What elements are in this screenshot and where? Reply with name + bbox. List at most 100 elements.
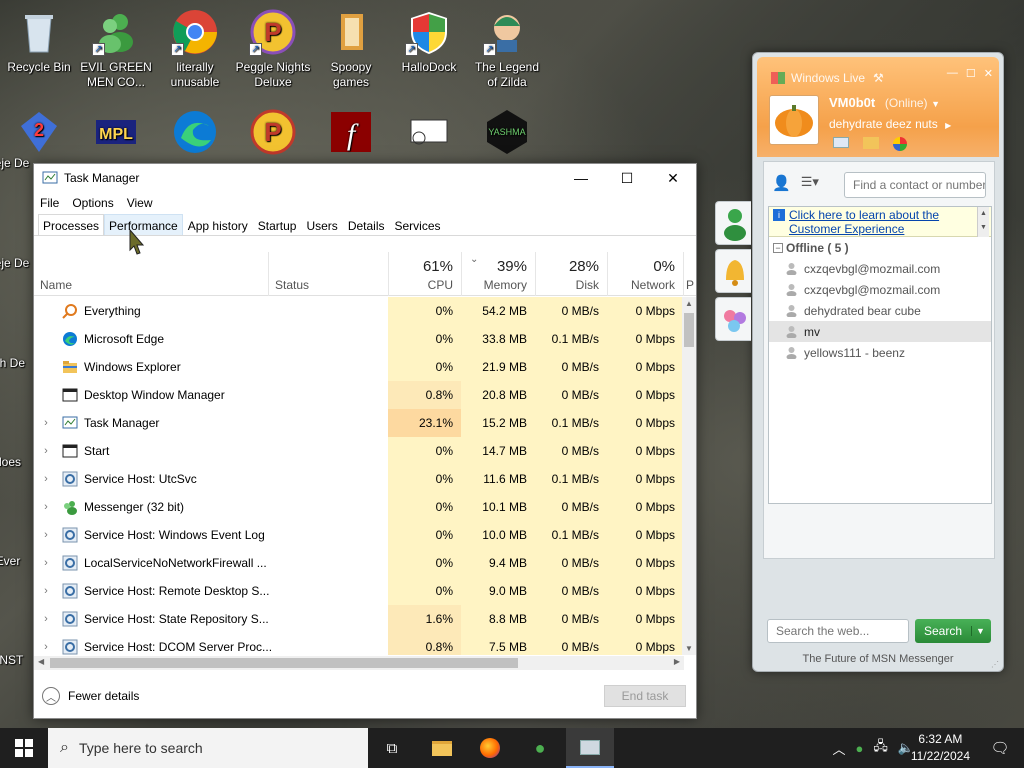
status-dropdown[interactable]: (Online) [885,96,928,110]
tab-processes[interactable]: Processes [38,214,105,235]
find-contact-input[interactable] [844,172,986,198]
title-bar[interactable]: Task Manager — ☐ ✕ [34,164,696,192]
messenger-window[interactable]: Windows Live ⚒ — ☐ ✕ VM0b0t (Online) ▼ d… [715,52,1004,672]
contact-item[interactable]: mv [769,321,991,342]
desktop-icon-literally-unusable[interactable]: ↗ literally unusable [157,8,233,90]
expand-chevron-icon[interactable]: › [36,445,56,457]
alerts-side-button[interactable] [715,249,751,293]
close-button[interactable]: ✕ [984,67,993,80]
chevron-down-icon[interactable]: ▶ [945,121,951,130]
taskbar-search-box[interactable]: ⌕ Type here to search [48,728,368,768]
expand-chevron-icon[interactable]: › [36,613,56,625]
expand-chevron-icon[interactable]: › [36,417,56,429]
expand-chevron-icon[interactable]: › [36,473,56,485]
web-search-button[interactable]: Search ▼ [915,619,991,643]
horizontal-scrollbar[interactable]: ◀ ▶ [34,656,684,670]
column-power[interactable]: P [683,252,696,296]
column-name[interactable]: Name [34,252,268,296]
taskbar-messenger[interactable]: ● [516,728,564,768]
collapse-icon[interactable]: − [773,242,783,253]
desktop-icon-spoopy-games[interactable]: Spoopy games [313,8,389,90]
scrollbar-thumb[interactable] [50,658,518,668]
desktop-icon-recycle-bin[interactable]: Recycle Bin [1,8,77,75]
process-row[interactable]: Windows Explorer 0% 21.9 MB 0 MB/s 0 Mbps [34,353,684,381]
minimize-button[interactable]: — [947,67,958,80]
process-row[interactable]: Desktop Window Manager 0.8% 20.8 MB 0 MB/s 0… [34,381,684,409]
avatar[interactable] [769,95,819,145]
banner-scrollbar[interactable]: ▲ ▼ [977,207,989,237]
desktop-icon-peggle-nights[interactable]: P ↗ Peggle Nights Deluxe [235,8,311,90]
expand-chevron-icon[interactable]: › [36,557,56,569]
personal-message[interactable]: dehydrate deez nuts [829,117,938,131]
list-view-icon[interactable]: ☰▾ [801,174,819,192]
start-button[interactable] [0,728,48,768]
process-row[interactable]: › Service Host: DCOM Server Proc... 0.8% 7.… [34,633,684,655]
close-button[interactable]: ✕ [650,164,696,192]
customer-experience-banner[interactable]: i Click here to learn about the Customer… [769,207,991,237]
taskbar-file-explorer[interactable] [418,728,466,768]
flowers-side-button[interactable] [715,297,751,341]
desktop-icon-peggle[interactable]: P [235,108,311,160]
maximize-button[interactable]: ☐ [966,67,976,80]
desktop-icon-hallodock[interactable]: ↗ HalloDock [391,8,467,75]
expand-chevron-icon[interactable]: › [36,501,56,513]
process-row[interactable]: › Service Host: UtcSvc 0% 11.6 MB 0.1 MB/s 0 … [34,465,684,493]
minimize-button[interactable]: — [558,164,604,192]
contacts-side-button[interactable] [715,201,751,245]
tab-app-history[interactable]: App history [183,214,253,235]
network-icon[interactable]: 🖧 [873,737,888,759]
process-row[interactable]: › LocalServiceNoNetworkFirewall ... 0% 9.4 … [34,549,684,577]
menu-view[interactable]: View [127,196,160,210]
vertical-scrollbar[interactable]: ▲ ▼ [682,297,696,655]
contact-item[interactable]: cxzqevbgl@mozmail.com [769,279,991,300]
mail-icon[interactable] [833,137,849,148]
fewer-details-button[interactable]: ︿ Fewer details [42,687,139,705]
taskbar-firefox[interactable] [466,728,514,768]
menu-file[interactable]: File [40,196,66,210]
notifications-button[interactable]: 🗨 [980,728,1020,768]
tab-details[interactable]: Details [343,214,390,235]
web-search-input[interactable] [767,619,909,643]
task-view-button[interactable]: ⧉ [368,728,416,768]
add-contact-icon[interactable]: 👤 [772,174,791,192]
end-task-button[interactable]: End task [604,685,686,707]
desktop-icon-flash[interactable]: f [313,108,389,160]
resize-grip-icon[interactable]: ⋰ [991,660,999,669]
expand-chevron-icon[interactable]: › [36,641,56,653]
chevron-down-icon[interactable]: ▼ [971,626,989,636]
column-status[interactable]: Status [268,252,388,296]
tab-startup[interactable]: Startup [253,214,302,235]
tools-icon[interactable]: ⚒ [873,71,884,85]
maximize-button[interactable]: ☐ [604,164,650,192]
process-row[interactable]: › Service Host: State Repository S... 1.6%… [34,605,684,633]
process-row[interactable]: Everything 0% 54.2 MB 0 MB/s 0 Mbps [34,297,684,325]
messenger-tray-icon[interactable]: ● [855,741,863,756]
process-row[interactable]: Microsoft Edge 0% 33.8 MB 0.1 MB/s 0 Mbps [34,325,684,353]
username[interactable]: VM0b0t [829,95,875,110]
desktop-icon-mpl[interactable]: MPL [78,108,154,160]
process-row[interactable]: › Start 0% 14.7 MB 0 MB/s 0 Mbps [34,437,684,465]
desktop-icon-yashma[interactable]: YASHMA [469,108,545,160]
chevron-down-icon[interactable]: ▼ [931,99,940,109]
chevron-up-icon[interactable]: ︿ [832,739,845,758]
group-header-offline[interactable]: − Offline ( 5 ) [769,237,991,258]
contact-item[interactable]: yellows111 - beenz [769,342,991,363]
contact-item[interactable]: dehydrated bear cube [769,300,991,321]
expand-chevron-icon[interactable]: › [36,585,56,597]
expand-chevron-icon[interactable]: › [36,529,56,541]
contact-item[interactable]: cxzqevbgl@mozmail.com [769,258,991,279]
process-row[interactable]: › Service Host: Windows Event Log 0% 10.0 M… [34,521,684,549]
folder-icon[interactable] [863,137,879,149]
tab-users[interactable]: Users [301,214,342,235]
desktop-icon-evil-green-men[interactable]: ↗ EVIL GREEN MEN CO... [78,8,154,90]
clock[interactable]: 6:32 AM 11/22/2024 [911,731,970,765]
column-network[interactable]: 0% Network [607,252,683,296]
column-cpu[interactable]: 61% CPU [388,252,461,296]
column-disk[interactable]: 28% Disk [535,252,607,296]
desktop-icon-edge[interactable] [157,108,233,160]
process-row[interactable]: › Task Manager 23.1% 15.2 MB 0.1 MB/s 0 Mbps [34,409,684,437]
column-memory[interactable]: ⌄ 39% Memory [461,252,535,296]
scrollbar-thumb[interactable] [684,313,694,347]
desktop-icon-rdp[interactable] [391,108,467,160]
process-row[interactable]: › Service Host: Remote Desktop S... 0% 9.0 … [34,577,684,605]
